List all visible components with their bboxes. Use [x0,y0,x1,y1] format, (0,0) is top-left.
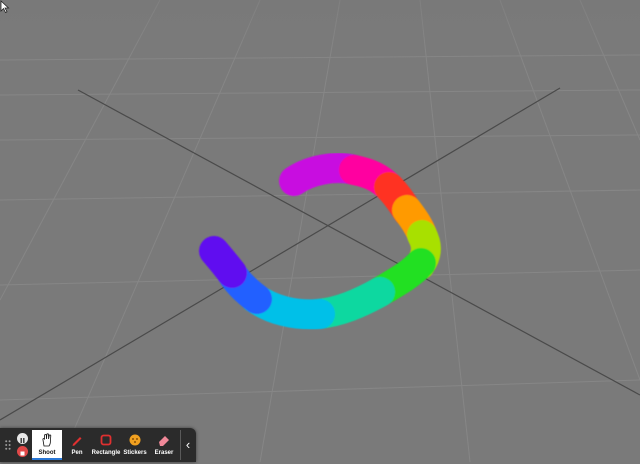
rectangle-icon [100,434,112,446]
collapse-toolbar-button[interactable]: ‹ [180,430,195,460]
pen-icon [72,437,82,446]
sticker-icon [129,434,141,446]
3d-viewport[interactable] [0,0,640,462]
hand-icon [42,433,52,447]
rainbow-stroke[interactable] [0,0,640,462]
drag-handle-icon[interactable] [5,440,13,452]
mouse-cursor-icon [0,0,10,14]
pause-button[interactable] [17,433,28,444]
pause-icon [20,438,25,443]
tool-eraser-label: Eraser [154,450,174,456]
tool-eraser[interactable]: Eraser [149,430,179,460]
chevron-left-icon: ‹ [185,437,191,452]
eraser-icon [159,436,169,446]
